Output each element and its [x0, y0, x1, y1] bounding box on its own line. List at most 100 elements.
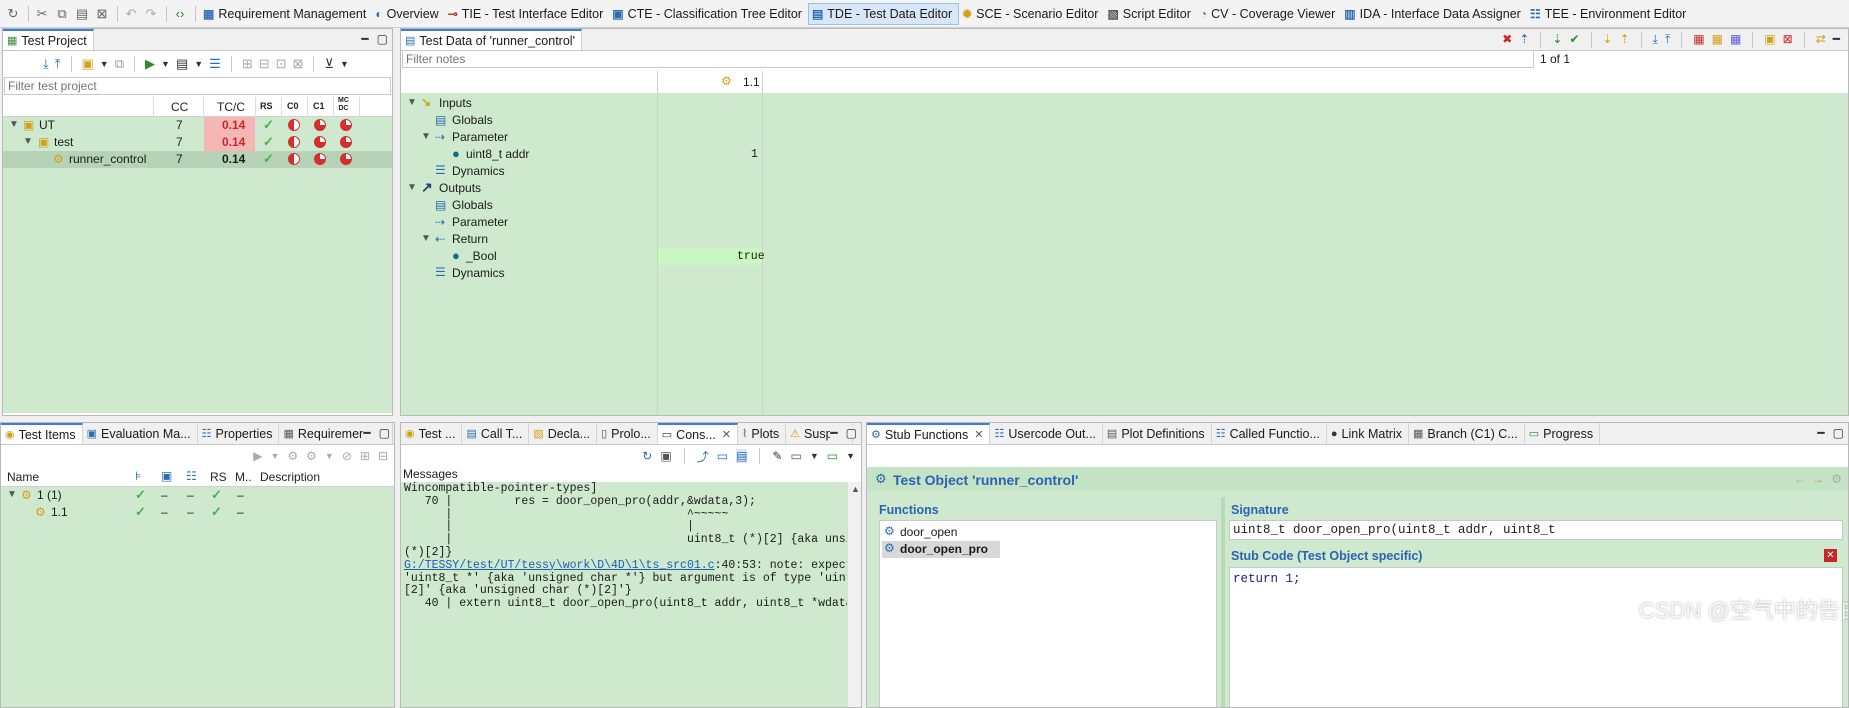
run-icon[interactable]: ▶	[253, 449, 262, 463]
forward-arrow-icon[interactable]: →	[1812, 472, 1824, 486]
tab-test-project[interactable]: ▦ Test Project	[3, 29, 94, 50]
col-tcc[interactable]: TC/C	[217, 100, 245, 114]
tree-row-outputs[interactable]: ▼ ↗ Outputs	[401, 179, 1848, 197]
tree-row-addr[interactable]: ● uint8_t addr 1	[401, 146, 1848, 163]
perspective-cte[interactable]: ▣ CTE - Classification Tree Editor	[609, 3, 808, 25]
tab-usercode[interactable]: ☷ Usercode Out...	[990, 423, 1103, 444]
maximize-icon[interactable]: ▢	[379, 426, 390, 440]
perspective-ida[interactable]: ▥ IDA - Interface Data Assigner	[1341, 3, 1527, 25]
report-icon[interactable]: ▤	[176, 56, 188, 72]
tree-row-out-globals[interactable]: ▤ Globals	[401, 197, 1848, 214]
stop-icon[interactable]: ▣	[660, 449, 671, 463]
delete-icon[interactable]: ⊠	[93, 5, 111, 23]
tree-row-globals[interactable]: ▤ Globals	[401, 112, 1848, 129]
export-icon[interactable]: ⤴	[697, 448, 709, 465]
copy-icon[interactable]: ⧉	[53, 5, 71, 23]
tab-test-data[interactable]: ▤ Test Data of 'runner_control'	[401, 29, 582, 50]
package-icon[interactable]: ▣	[1764, 32, 1775, 48]
display-icon[interactable]: ▭	[717, 449, 728, 463]
monitor-icon[interactable]: ▭	[790, 449, 801, 463]
tree-row-inputs[interactable]: ▼ ↘ Inputs	[401, 95, 1848, 112]
pane-divider[interactable]	[1221, 497, 1225, 707]
clear-icon[interactable]: ✖	[1502, 32, 1512, 48]
clear-stub-icon[interactable]: ✕	[1824, 549, 1837, 562]
minimize-icon[interactable]: ━	[363, 426, 370, 440]
accept-icon[interactable]: ✔	[1569, 32, 1579, 48]
lift-icon[interactable]: ⤒	[1665, 32, 1670, 48]
perspective-overview[interactable]: ◐ Overview	[372, 3, 444, 25]
col-status-icon[interactable]: ⊧	[135, 469, 141, 483]
tab-plots[interactable]: ⌇ Plots	[738, 423, 787, 444]
collapse-icon[interactable]: ⊟	[378, 449, 388, 463]
dropdown-icon[interactable]: ▼	[325, 451, 334, 461]
grid-c-icon[interactable]: ▦	[1730, 32, 1741, 48]
perspective-cv[interactable]: ◔ CV - Coverage Viewer	[1197, 3, 1341, 25]
export-icon[interactable]: ⤒	[55, 56, 61, 72]
grid-a-icon[interactable]: ▦	[1693, 32, 1704, 48]
back-arrow-icon[interactable]: ←	[1794, 472, 1806, 486]
grid-b-icon[interactable]: ▦	[1712, 32, 1723, 48]
insert-icon[interactable]: ⤓	[1653, 32, 1658, 48]
chevron-down-icon[interactable]: ▼	[407, 182, 417, 193]
pin-icon[interactable]: ✎	[772, 449, 782, 463]
import-icon[interactable]: ⇣	[1552, 32, 1562, 48]
col-rs[interactable]: RS	[260, 101, 273, 111]
refresh-icon[interactable]: ↻	[642, 449, 652, 463]
link-icon[interactable]: ⊘	[342, 449, 352, 463]
filter-notes-input[interactable]	[402, 50, 1534, 68]
tab-plot-definitions[interactable]: ▤ Plot Definitions	[1103, 423, 1212, 444]
properties-icon[interactable]: ⧉	[115, 56, 124, 72]
col-m[interactable]: M..	[235, 470, 252, 484]
col-description[interactable]: Description	[260, 470, 320, 484]
tab-test-items[interactable]: ◉ Test Items	[1, 423, 83, 444]
console-output[interactable]: Wincompatible-pointer-types] 70 | res = …	[401, 482, 861, 707]
chevron-down-icon[interactable]: ▼	[7, 489, 17, 500]
perspective-tee[interactable]: ☷ TEE - Environment Editor	[1527, 3, 1692, 25]
down-icon[interactable]: ⇣	[1603, 32, 1613, 48]
tree-row-out-dynamics[interactable]: ☰ Dynamics	[401, 265, 1848, 282]
upload-icon[interactable]: ⇡	[1519, 32, 1529, 48]
chevron-down-icon[interactable]: ▼	[9, 119, 19, 130]
cut-icon[interactable]: ✂	[33, 5, 51, 23]
settings-icon[interactable]: ⚙	[1831, 472, 1842, 486]
run-icon[interactable]: ▶	[145, 56, 155, 72]
col-table-icon[interactable]: ☷	[186, 469, 197, 483]
dropdown-icon[interactable]: ▼	[270, 451, 279, 461]
undo-icon[interactable]: ↶	[122, 5, 140, 23]
col-c0[interactable]: C0	[287, 101, 299, 111]
close-icon[interactable]: ✕	[722, 428, 731, 441]
perspective-tde[interactable]: ▤ TDE - Test Data Editor	[807, 2, 960, 25]
stub-code-editor[interactable]: return 1;	[1229, 567, 1843, 707]
chevron-down-icon[interactable]: ▼	[23, 136, 33, 147]
table-row[interactable]: ⚙ 1.1 ✓ – – ✓ –	[1, 504, 394, 521]
tool-a-icon[interactable]: ⊞	[242, 56, 253, 72]
col-mcdc[interactable]: MC DC	[338, 97, 349, 113]
tool-c-icon[interactable]: ⊡	[276, 56, 287, 72]
chevron-down-icon[interactable]: ▼	[421, 233, 431, 244]
dropdown-icon[interactable]: ▼	[846, 451, 855, 461]
edit-icon[interactable]: ▣	[82, 56, 94, 72]
perspective-tie[interactable]: ⊸ TIE - Test Interface Editor	[445, 3, 610, 25]
chevron-down-icon[interactable]: ▼	[421, 131, 431, 142]
tool-b-icon[interactable]: ⊟	[259, 56, 270, 72]
table-row-selected[interactable]: ⚙ runner_control 7 0.14 ✓	[3, 151, 392, 168]
chevron-down-icon[interactable]: ▼	[407, 97, 417, 108]
tree-row-dynamics[interactable]: ☰ Dynamics	[401, 163, 1848, 180]
dropdown-icon[interactable]: ▼	[100, 59, 109, 69]
col-cc[interactable]: CC	[171, 100, 188, 114]
maximize-icon[interactable]: ▢	[846, 426, 857, 440]
dropdown-icon[interactable]: ▼	[340, 59, 349, 69]
tab-declarations[interactable]: ▧ Decla...	[529, 423, 598, 444]
dropdown-icon[interactable]: ▼	[161, 59, 170, 69]
tab-evaluation[interactable]: ▣ Evaluation Ma...	[83, 423, 198, 444]
addr-value[interactable]: 1	[751, 148, 758, 161]
table-row[interactable]: ▼ ▣ test 7 0.14 ✓	[3, 134, 392, 151]
redo-icon[interactable]: ↷	[142, 5, 160, 23]
filter-icon[interactable]: ⊻	[324, 56, 334, 72]
up-icon[interactable]: ⇡	[1620, 32, 1630, 48]
table-row[interactable]: ▼ ▣ UT 7 0.14 ✓	[3, 117, 392, 134]
minimize-icon[interactable]: ━	[361, 32, 368, 46]
gear-icon[interactable]: ⚙	[306, 449, 317, 463]
stack-icon[interactable]: ☰	[209, 56, 221, 72]
tab-call-trace[interactable]: ▤ Call T...	[462, 423, 530, 444]
